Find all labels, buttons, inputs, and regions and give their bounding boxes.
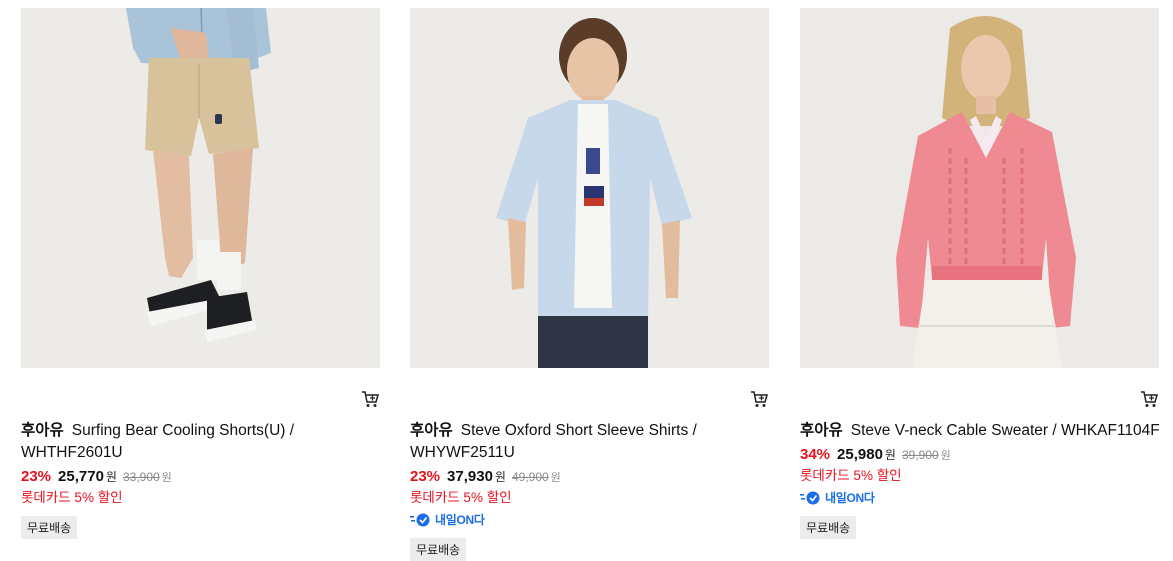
original-price: 33,900 <box>122 470 160 484</box>
product-title[interactable]: 후아유 Surfing Bear Cooling Shorts(U) / WHTH… <box>21 420 381 464</box>
original-price: 49,900 <box>511 470 549 484</box>
free-shipping-badge: 무료배송 <box>800 516 857 539</box>
cart-icon[interactable] <box>361 390 379 408</box>
price-row: 23% 37,930 원 49,900 원 <box>410 468 561 485</box>
sale-price: 25,770 <box>58 468 104 485</box>
sale-price: 37,930 <box>447 468 493 485</box>
original-currency: 원 <box>161 472 172 484</box>
currency: 원 <box>884 448 896 462</box>
currency: 원 <box>494 470 506 484</box>
price-row: 23% 25,770 원 33,900 원 <box>21 468 172 485</box>
cart-icon[interactable] <box>1140 390 1158 408</box>
product-name: Steve V-neck Cable Sweater / WHKAF1104F <box>850 422 1160 439</box>
product-image[interactable] <box>21 8 380 368</box>
original-currency: 원 <box>550 472 561 484</box>
free-shipping-badge: 무료배송 <box>21 516 78 539</box>
card-promo: 롯데카드 5% 할인 <box>410 490 512 505</box>
delivery-badge-label: 내일ON다 <box>825 491 875 505</box>
product-image[interactable] <box>800 8 1159 368</box>
discount-rate: 34% <box>800 446 831 463</box>
product-card[interactable]: 후아유 Steve Oxford Short Sleeve Shirts / WH… <box>410 8 770 561</box>
product-card[interactable]: 후아유 Steve V-neck Cable Sweater / WHKAF110… <box>800 8 1160 539</box>
currency: 원 <box>105 470 117 484</box>
brand-name: 후아유 <box>410 422 453 439</box>
original-price: 39,900 <box>901 448 939 462</box>
brand-name: 후아유 <box>21 422 64 439</box>
sale-price: 25,980 <box>837 446 883 463</box>
free-shipping-badge: 무료배송 <box>410 538 467 561</box>
brand-name: 후아유 <box>800 422 843 439</box>
truck-icon <box>800 491 820 504</box>
delivery-badge: 내일ON다 <box>410 511 485 528</box>
card-promo: 롯데카드 5% 할인 <box>21 490 123 505</box>
cart-icon[interactable] <box>750 390 768 408</box>
delivery-badge: 내일ON다 <box>800 489 875 506</box>
product-title[interactable]: 후아유 Steve Oxford Short Sleeve Shirts / WH… <box>410 420 770 464</box>
price-row: 34% 25,980 원 39,900 원 <box>800 446 951 463</box>
discount-rate: 23% <box>410 468 441 485</box>
product-name: Steve Oxford Short Sleeve Shirts / WHYWF… <box>410 422 697 461</box>
card-promo: 롯데카드 5% 할인 <box>800 468 902 483</box>
delivery-badge-label: 내일ON다 <box>435 513 485 527</box>
discount-rate: 23% <box>21 468 52 485</box>
product-image[interactable] <box>410 8 769 368</box>
product-title[interactable]: 후아유 Steve V-neck Cable Sweater / WHKAF110… <box>800 420 1172 442</box>
truck-icon <box>410 513 430 526</box>
original-currency: 원 <box>940 450 951 462</box>
product-card[interactable]: 후아유 Surfing Bear Cooling Shorts(U) / WHTH… <box>21 8 381 539</box>
